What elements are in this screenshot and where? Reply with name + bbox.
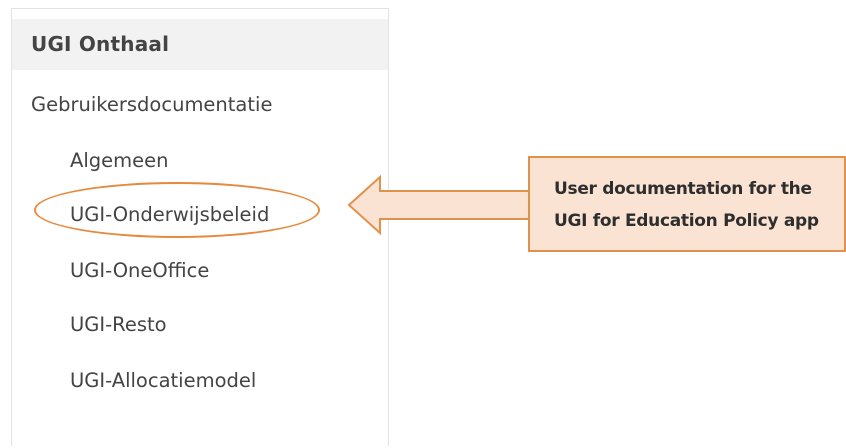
left-arrow-icon	[347, 174, 530, 236]
callout-line-1: User documentation for the	[554, 179, 812, 199]
nav-header[interactable]: UGI Onthaal	[12, 19, 388, 70]
callout-box: User documentation for the UGI for Educa…	[528, 156, 846, 252]
callout-line-2: UGI for Education Policy app	[554, 211, 819, 231]
highlight-ellipse	[34, 182, 320, 238]
nav-item-ugi-oneoffice[interactable]: UGI-OneOffice	[70, 259, 209, 282]
nav-item-ugi-resto[interactable]: UGI-Resto	[70, 313, 167, 336]
nav-section-gebruikersdocumentatie[interactable]: Gebruikersdocumentatie	[31, 93, 272, 116]
callout-text: User documentation for the UGI for Educa…	[554, 173, 819, 237]
nav-item-algemeen[interactable]: Algemeen	[70, 149, 168, 172]
nav-header-title: UGI Onthaal	[31, 32, 170, 56]
nav-item-ugi-allocatiemodel[interactable]: UGI-Allocatiemodel	[70, 369, 256, 392]
